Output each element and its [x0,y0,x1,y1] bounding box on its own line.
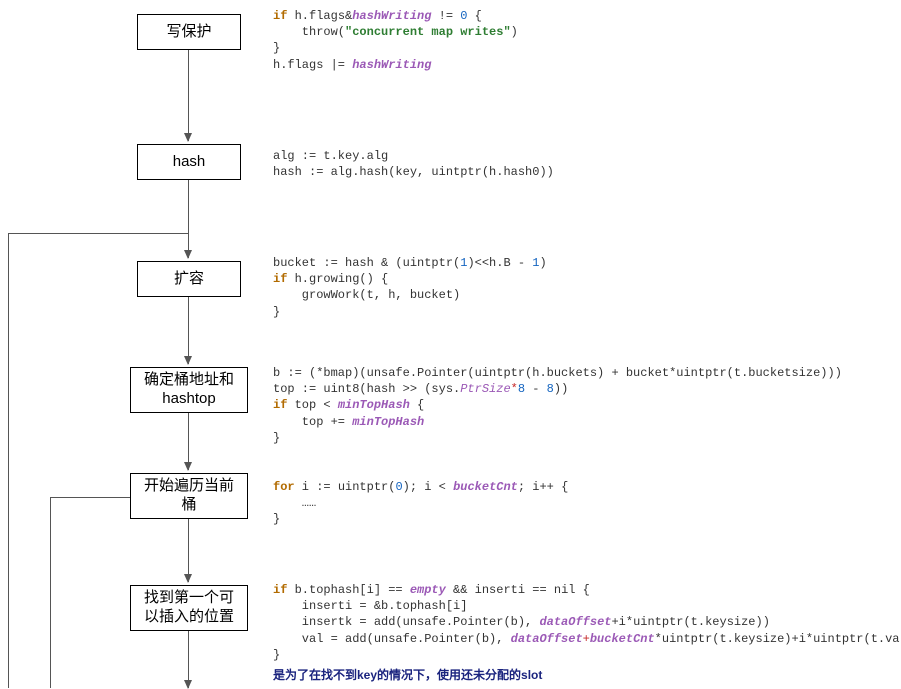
node-iterate-bucket: 开始遍历当前桶 [130,473,248,519]
arrow-6-down [188,631,189,688]
code-hash: alg := t.key.alg hash := alg.hash(key, u… [273,148,554,180]
node-write-protect: 写保护 [137,14,241,50]
code-find-slot: if b.tophash[i] == empty && inserti == n… [273,582,901,663]
node-find-slot: 找到第一个可以插入的位置 [130,585,248,631]
node-grow: 扩容 [137,261,241,297]
node-label: 开始遍历当前桶 [139,477,239,515]
left-h-connector-mid [50,497,130,498]
node-label: 确定桶地址和 hashtop [139,371,239,409]
node-label: 扩容 [174,270,204,289]
arrow-1-2 [188,50,189,141]
code-grow: bucket := hash & (uintptr(1)<<h.B - 1) i… [273,255,547,320]
node-bucket-hashtop: 确定桶地址和 hashtop [130,367,248,413]
left-v-line [8,233,9,688]
node-label: 找到第一个可以插入的位置 [139,589,239,627]
left-v-line-2 [50,497,51,688]
code-iterate: for i := uintptr(0); i < bucketCnt; i++ … [273,479,568,528]
node-label: 写保护 [166,23,211,42]
arrow-2-3 [188,180,189,258]
arrow-3-4 [188,297,189,364]
left-h-connector-top [8,233,188,234]
code-write-protect: if h.flags&hashWriting != 0 { throw("con… [273,8,518,73]
code-bucket-hashtop: b := (*bmap)(unsafe.Pointer(uintptr(h.bu… [273,365,842,446]
note-slot: 是为了在找不到key的情况下，使用还未分配的slot [273,666,542,683]
arrow-4-5 [188,413,189,470]
node-label: hash [173,153,206,172]
arrow-5-6 [188,519,189,582]
node-hash: hash [137,144,241,180]
